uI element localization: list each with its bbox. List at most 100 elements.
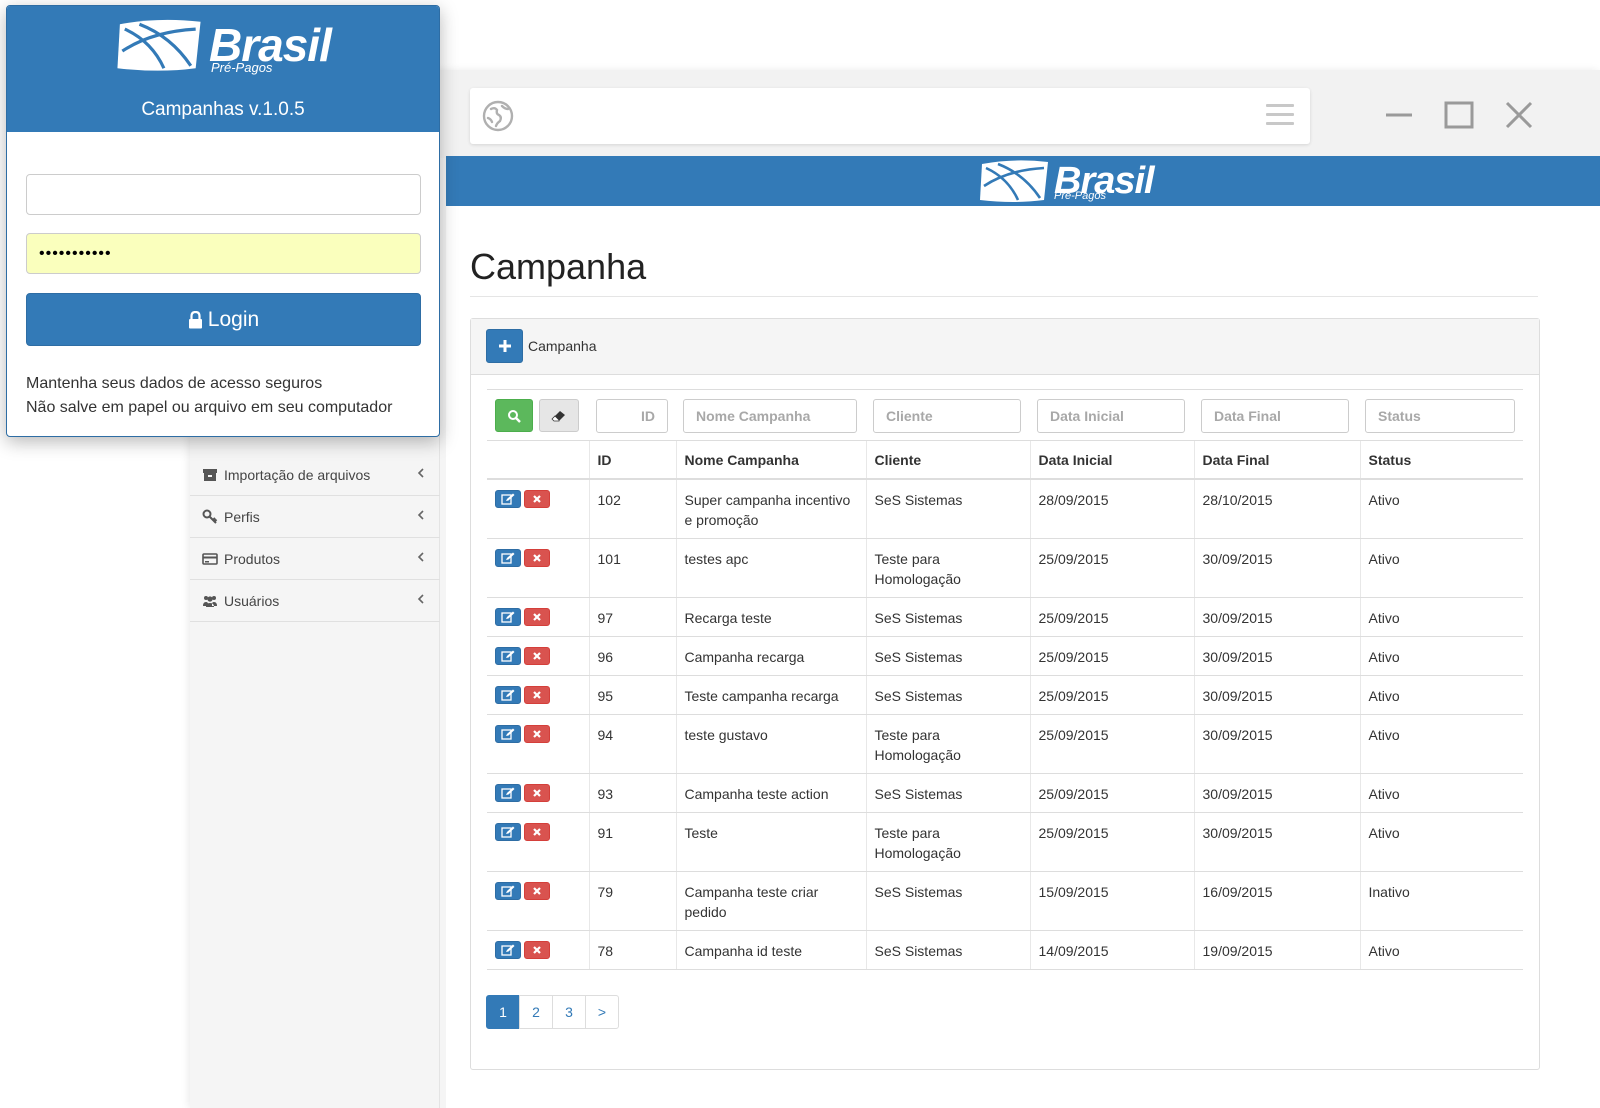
delete-button[interactable] [524,608,550,626]
delete-icon [533,789,541,797]
filter-data-inicial-input[interactable] [1037,399,1185,433]
delete-button[interactable] [524,941,550,959]
col-cliente[interactable]: Cliente [865,441,1030,480]
delete-button[interactable] [524,490,550,508]
cell-data-final: 30/09/2015 [1193,714,1360,774]
cell-data-inicial: 15/09/2015 [1029,871,1194,931]
col-data-final[interactable]: Data Final [1193,441,1360,480]
login-logo: Brasil Pré-Pagos [115,16,332,75]
brand-logo-icon [980,160,1048,202]
delete-button[interactable] [524,686,550,704]
table-row: 102 Super campanha incentivo e promoção Se… [487,479,1523,539]
cell-nome: teste gustavo [675,714,866,774]
delete-button[interactable] [524,647,550,665]
page-2-button[interactable]: 2 [519,995,553,1029]
cell-data-final: 28/10/2015 [1193,479,1360,539]
panel-header: Campanha [471,319,1539,375]
minimize-icon[interactable] [1382,98,1416,132]
security-note-line-2: Não salve em papel ou arquivo em seu com… [26,399,393,416]
filter-id-input[interactable] [596,399,668,433]
cell-cliente: Teste para Homologação [865,538,1030,598]
cell-nome: Teste [675,812,866,872]
edit-button[interactable] [495,608,521,626]
cell-data-final: 16/09/2015 [1193,871,1360,931]
edit-button[interactable] [495,725,521,743]
cell-data-inicial: 25/09/2015 [1029,812,1194,872]
filter-status-input[interactable] [1365,399,1515,433]
delete-icon [533,887,541,895]
delete-button[interactable] [524,823,550,841]
row-actions [487,636,589,676]
delete-button[interactable] [524,784,550,802]
table-row: 93 Campanha teste action SeS Sistemas 25/09… [487,773,1523,813]
cell-id: 96 [588,636,676,676]
sidebar-item-usuarios[interactable]: Usuários [190,580,440,622]
sidebar-item-label: Produtos [224,550,281,567]
table-row: 95 Teste campanha recarga SeS Sistemas 25/0… [487,675,1523,715]
edit-button[interactable] [495,941,521,959]
edit-button[interactable] [495,823,521,841]
page-3-button[interactable]: 3 [552,995,586,1029]
maximize-icon[interactable] [1442,98,1476,132]
col-data-inicial[interactable]: Data Inicial [1029,441,1194,480]
edit-button[interactable] [495,490,521,508]
add-campanha-button[interactable] [486,329,523,363]
chevron-left-icon [417,552,424,562]
col-id[interactable]: ID [588,441,676,480]
next-page-button[interactable]: > [585,995,619,1029]
cell-id: 97 [588,597,676,637]
edit-icon [501,728,515,740]
address-bar[interactable] [470,88,1310,144]
cell-data-inicial: 14/09/2015 [1029,930,1194,970]
edit-button[interactable] [495,784,521,802]
security-note: Mantenha seus dados de acesso seguros Nã… [26,372,392,420]
filter-cliente-input[interactable] [873,399,1021,433]
brand-subtitle: Pré-Pagos [211,60,273,75]
row-actions [487,812,589,872]
sidebar-item-label: Importação de arquivos [224,466,371,483]
header-logo[interactable]: Brasil Pré-Pagos [978,158,1155,204]
col-actions [487,441,589,480]
cell-data-inicial: 25/09/2015 [1029,675,1194,715]
cell-nome: Campanha recarga [675,636,866,676]
delete-button[interactable] [524,549,550,567]
globe-icon [482,100,514,132]
col-nome[interactable]: Nome Campanha [675,441,866,480]
close-icon[interactable] [1502,98,1536,132]
search-button[interactable] [495,399,533,432]
edit-button[interactable] [495,686,521,704]
cell-nome: Super campanha incentivo e promoção [675,479,866,539]
cell-data-final: 30/09/2015 [1193,636,1360,676]
cell-id: 78 [588,930,676,970]
cell-nome: Recarga teste [675,597,866,637]
login-button[interactable]: Login [26,293,421,346]
sidebar-item-importacao[interactable]: Importação de arquivos [190,454,440,496]
password-input[interactable] [26,233,421,274]
filter-data-final-input[interactable] [1201,399,1349,433]
cell-id: 94 [588,714,676,774]
page-1-button[interactable]: 1 [486,995,520,1029]
edit-button[interactable] [495,882,521,900]
delete-icon [533,495,541,503]
row-actions [487,538,589,598]
users-icon [203,595,217,607]
delete-button[interactable] [524,882,550,900]
cell-cliente: SeS Sistemas [865,597,1030,637]
cell-cliente: SeS Sistemas [865,773,1030,813]
edit-button[interactable] [495,647,521,665]
col-status[interactable]: Status [1359,441,1523,480]
username-input[interactable] [26,174,421,215]
brand-logo-icon [117,19,201,71]
delete-button[interactable] [524,725,550,743]
row-actions [487,479,589,539]
edit-button[interactable] [495,549,521,567]
sidebar-item-perfis[interactable]: Perfis [190,496,440,538]
cell-status: Ativo [1359,675,1523,715]
row-actions [487,597,589,637]
main-content: Campanha Campanha ID Nome Campanha Clien… [446,206,1600,1108]
menu-icon[interactable] [1266,104,1294,128]
filter-nome-input[interactable] [683,399,857,433]
sidebar-item-produtos[interactable]: Produtos [190,538,440,580]
clear-filters-button[interactable] [539,399,579,432]
edit-icon [501,611,515,623]
